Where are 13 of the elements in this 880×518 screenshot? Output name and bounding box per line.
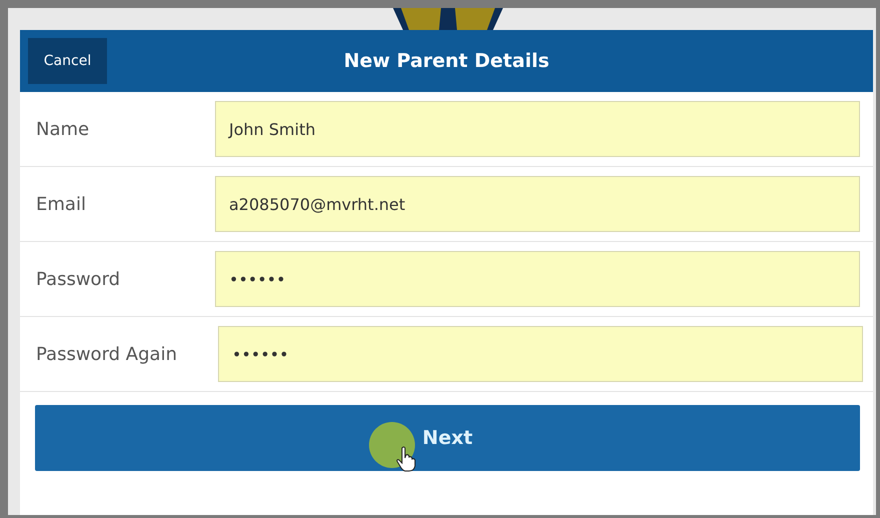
field-label: Password Again [35, 344, 178, 364]
field-label: Password [35, 268, 122, 290]
field-label: Email [35, 194, 87, 214]
shield-logo-icon [393, 8, 503, 30]
hand-cursor-icon [396, 446, 416, 472]
input-field[interactable]: a2085070@mvrht.net [215, 176, 860, 232]
input-field[interactable]: John Smith [215, 101, 860, 157]
dialog-title: New Parent Details [344, 50, 550, 72]
cancel-button[interactable]: Cancel [28, 38, 107, 84]
field-label: Name [35, 118, 90, 140]
next-button[interactable]: Next [35, 405, 860, 471]
input-field[interactable]: •••••• [218, 326, 863, 382]
input-field[interactable]: •••••• [215, 251, 860, 307]
